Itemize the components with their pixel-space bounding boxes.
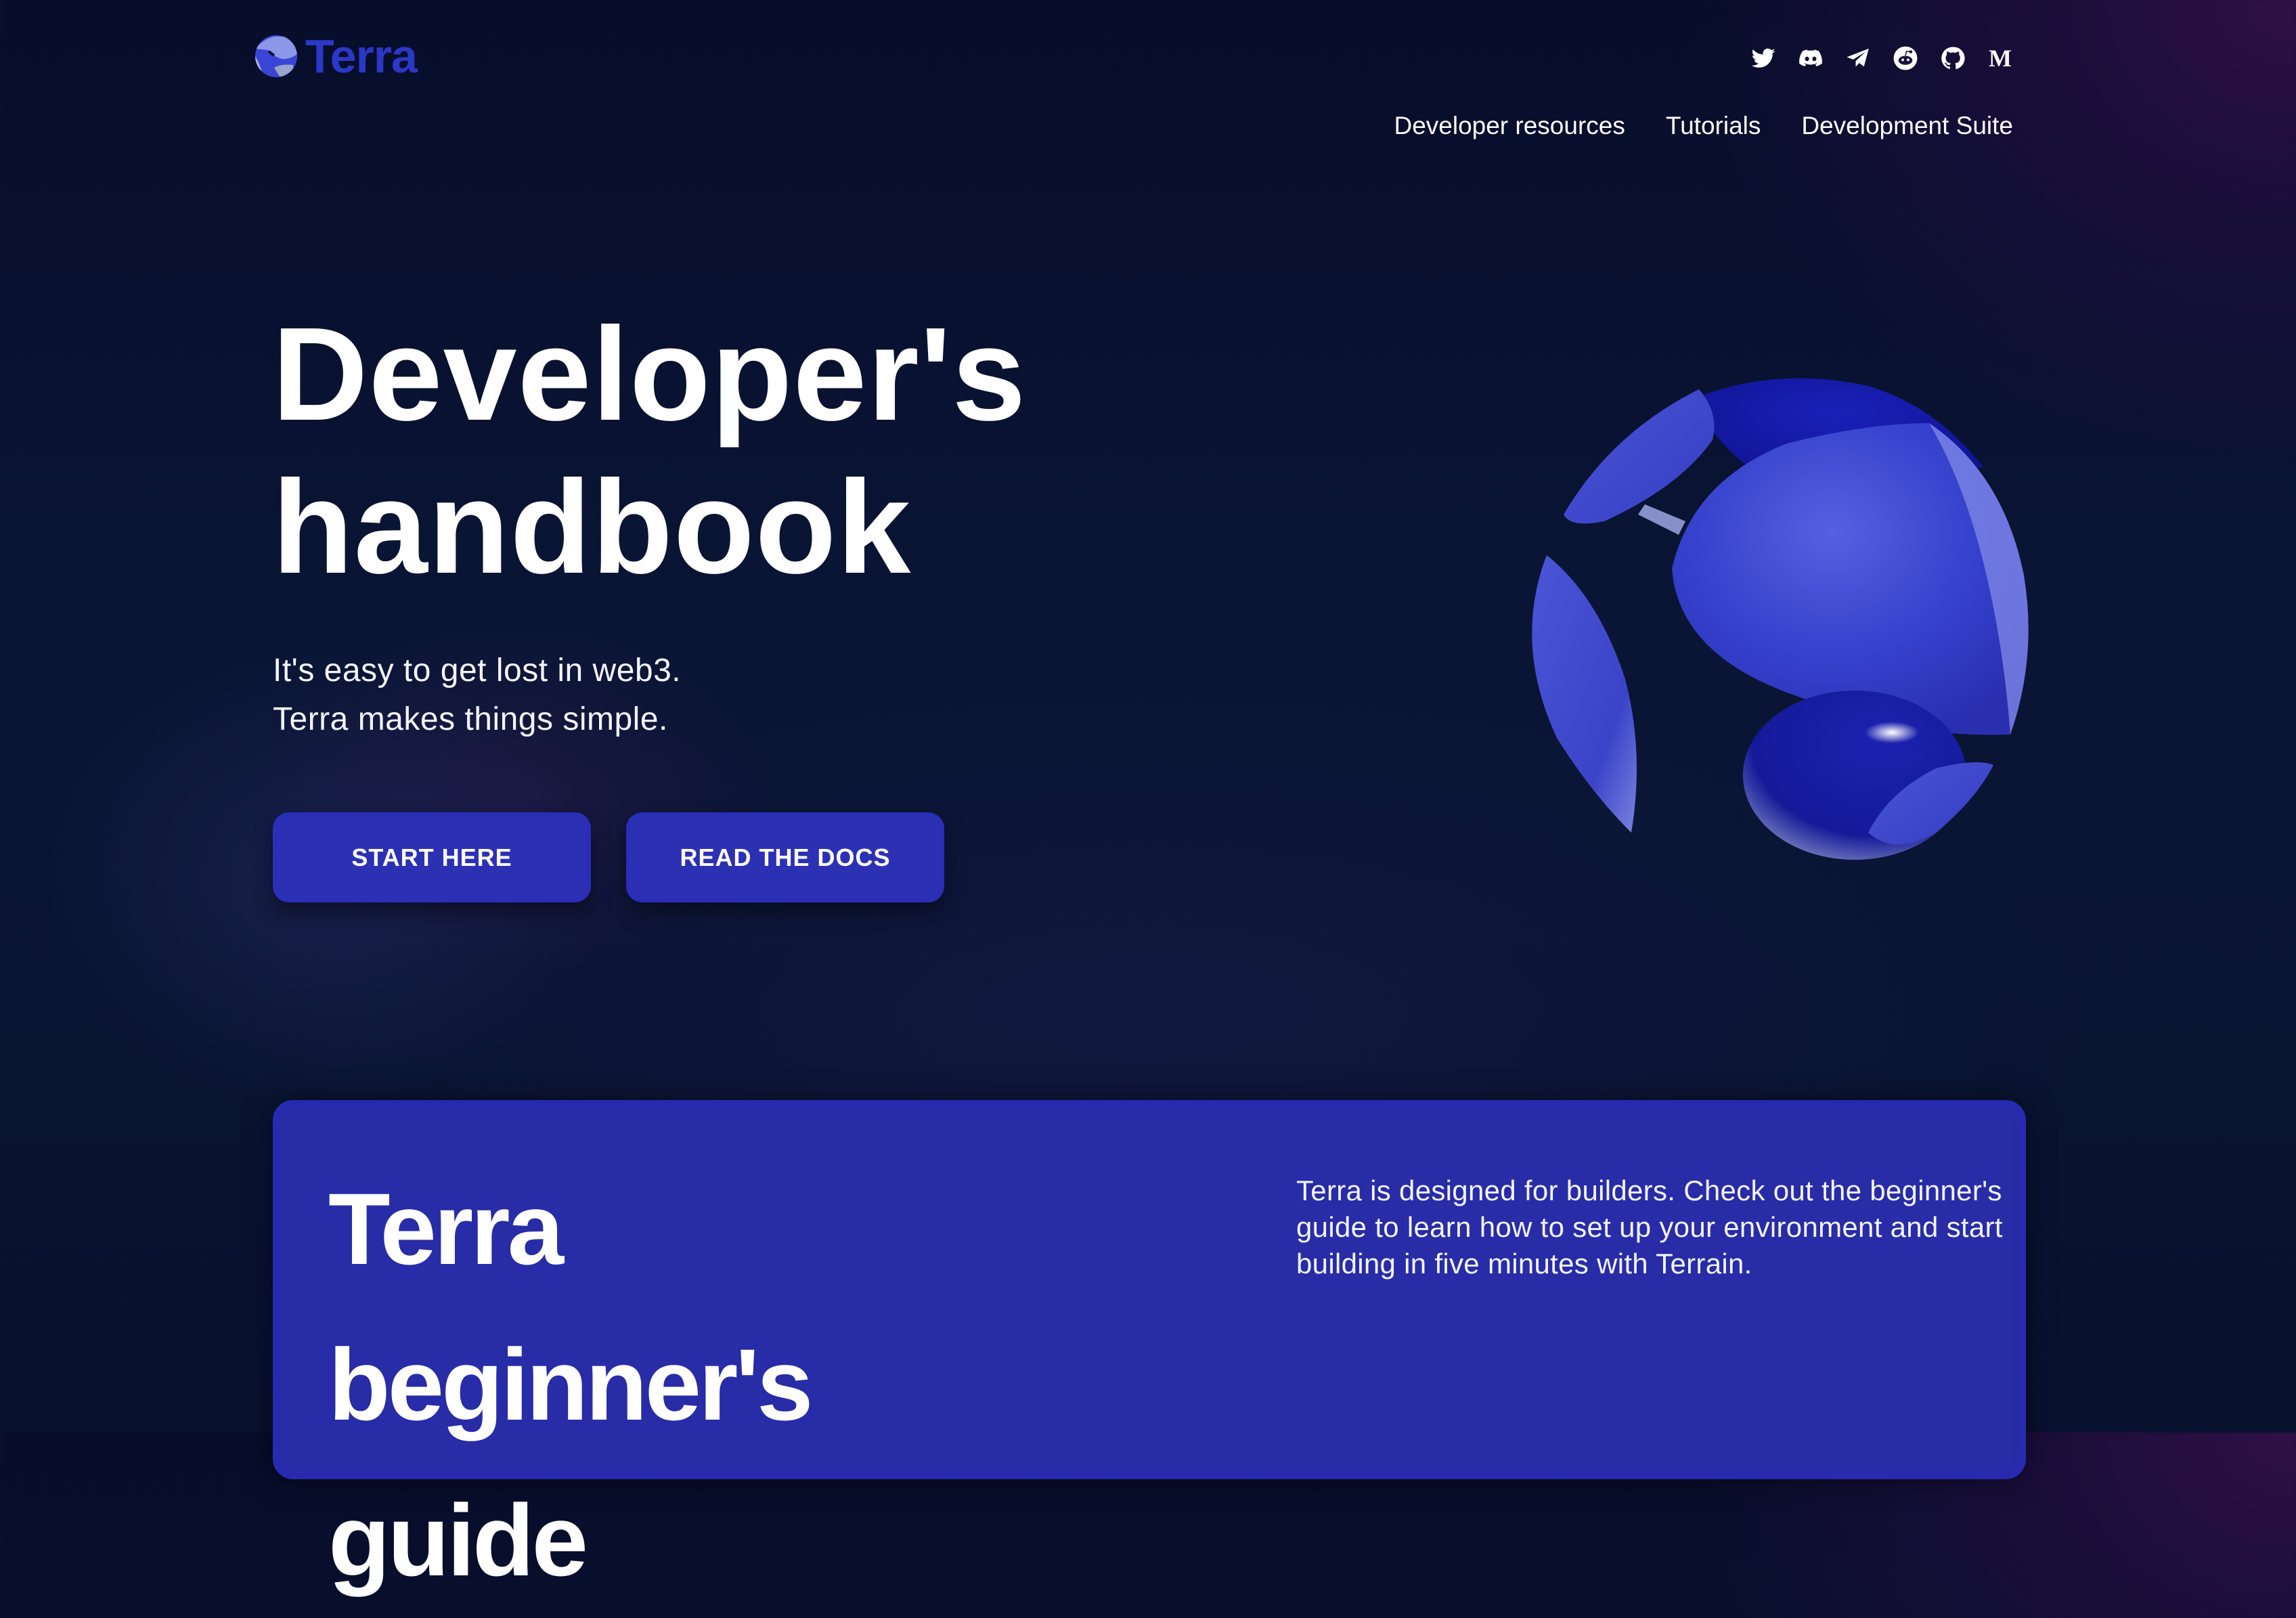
- twitter-icon: [1751, 48, 1775, 68]
- reddit-icon: [1893, 46, 1918, 70]
- title-line-2: handbook: [272, 453, 912, 601]
- discord-link[interactable]: [1797, 45, 1824, 72]
- subtitle-line-2: Terra makes things simple.: [273, 701, 668, 737]
- github-icon: [1941, 47, 1965, 70]
- twitter-link[interactable]: [1750, 45, 1777, 72]
- logo-text: Terra: [305, 30, 418, 83]
- social-links: M: [1750, 45, 2014, 72]
- terra-globe-icon: [255, 35, 297, 77]
- medium-link[interactable]: M: [1987, 45, 2014, 72]
- title-line-1: Developer's: [272, 300, 1027, 448]
- telegram-link[interactable]: [1845, 45, 1872, 72]
- nav-tutorials[interactable]: Tutorials: [1666, 108, 1761, 144]
- discord-icon: [1799, 49, 1822, 67]
- start-here-button[interactable]: START HERE: [273, 812, 591, 902]
- page-title: Developer's handbook: [272, 298, 1026, 604]
- github-link[interactable]: [1939, 45, 1966, 72]
- medium-icon: M: [1989, 45, 2012, 72]
- nav-developer-resources[interactable]: Developer resources: [1394, 108, 1625, 144]
- card-title-line-2: beginner's: [328, 1328, 813, 1441]
- reddit-link[interactable]: [1892, 45, 1919, 72]
- read-the-docs-button[interactable]: READ THE DOCS: [626, 812, 944, 902]
- subtitle-line-1: It's easy to get lost in web3.: [273, 653, 682, 688]
- card-description: Terra is designed for builders. Check ou…: [1296, 1175, 2003, 1280]
- card-title-line-1: Terra: [328, 1172, 564, 1286]
- terra-globe-illustration: [1532, 378, 2029, 860]
- hero-subtitle: It's easy to get lost in web3. Terra mak…: [273, 647, 681, 744]
- globe-petal-left: [1532, 555, 1637, 833]
- card-title-line-3: guide: [328, 1483, 588, 1597]
- card-title: Terra beginner's guide: [328, 1151, 813, 1618]
- terra-logo[interactable]: Terra: [254, 30, 418, 83]
- nav-development-suite[interactable]: Development Suite: [1801, 108, 2013, 144]
- beginners-guide-card[interactable]: Terra beginner's guide Terra is designed…: [273, 1100, 2026, 1597]
- top-nav: Developer resources Tutorials Developmen…: [1394, 108, 2013, 144]
- globe-petal-top-left: [1564, 389, 1715, 524]
- telegram-icon: [1847, 48, 1869, 67]
